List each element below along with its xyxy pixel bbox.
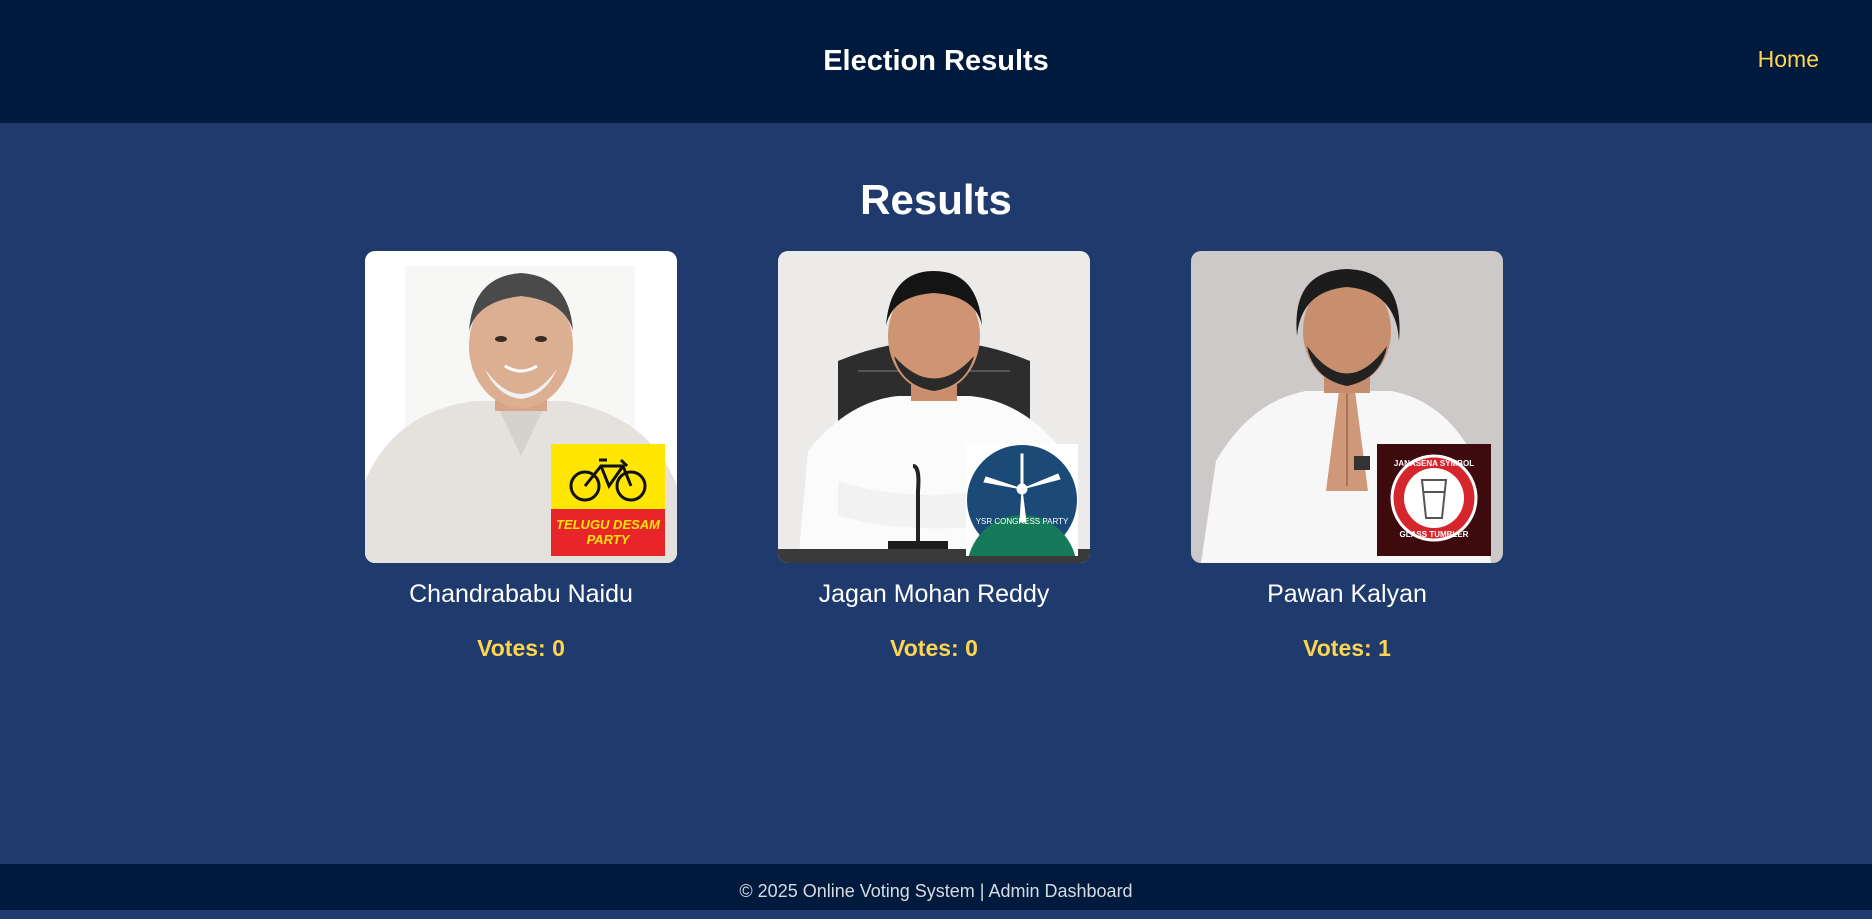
home-link[interactable]: Home: [1758, 46, 1819, 73]
party-logo: YSR CONGRESS PARTY: [966, 444, 1078, 556]
vote-value: 0: [552, 635, 565, 661]
page-title: Election Results: [823, 45, 1049, 77]
svg-text:JANASENA SYMBOL: JANASENA SYMBOL: [1394, 459, 1474, 468]
results-heading: Results: [860, 176, 1012, 223]
vote-value: 0: [965, 635, 978, 661]
vote-count: Votes: 1: [1191, 635, 1503, 662]
vote-count: Votes: 0: [365, 635, 677, 662]
vote-label: Votes:: [477, 635, 553, 661]
candidate-name: Pawan Kalyan: [1267, 580, 1427, 608]
vote-count: Votes: 0: [778, 635, 1090, 662]
footer: © 2025 Online Voting System | Admin Dash…: [0, 864, 1872, 910]
party-logo: JANASENA SYMBOL GLASS TUMBLER: [1377, 444, 1491, 556]
candidate-card: YSR CONGRESS PARTY Jagan Mohan Reddy Vot…: [778, 251, 1090, 662]
vote-label: Votes:: [1303, 635, 1379, 661]
candidate-photo: TELUGU DESAM PARTY: [365, 251, 677, 563]
svg-text:PARTY: PARTY: [587, 532, 631, 547]
svg-text:GLASS TUMBLER: GLASS TUMBLER: [1400, 530, 1469, 539]
footer-text: © 2025 Online Voting System | Admin Dash…: [739, 881, 1133, 901]
candidate-photo: YSR CONGRESS PARTY: [778, 251, 1090, 563]
party-logo: TELUGU DESAM PARTY: [551, 444, 665, 556]
candidate-photo: JANASENA SYMBOL GLASS TUMBLER: [1191, 251, 1503, 563]
vote-value: 1: [1378, 635, 1391, 661]
vote-label: Votes:: [890, 635, 966, 661]
candidate-card: TELUGU DESAM PARTY Chandrababu Naidu Vot…: [365, 251, 677, 662]
svg-text:YSR CONGRESS PARTY: YSR CONGRESS PARTY: [976, 517, 1069, 526]
candidate-card: JANASENA SYMBOL GLASS TUMBLER Pawan Kaly…: [1191, 251, 1503, 662]
candidate-name: Chandrababu Naidu: [409, 580, 633, 608]
candidate-name: Jagan Mohan Reddy: [818, 580, 1050, 608]
top-header: Election Results Home: [0, 0, 1872, 123]
svg-text:TELUGU DESAM: TELUGU DESAM: [556, 517, 661, 532]
